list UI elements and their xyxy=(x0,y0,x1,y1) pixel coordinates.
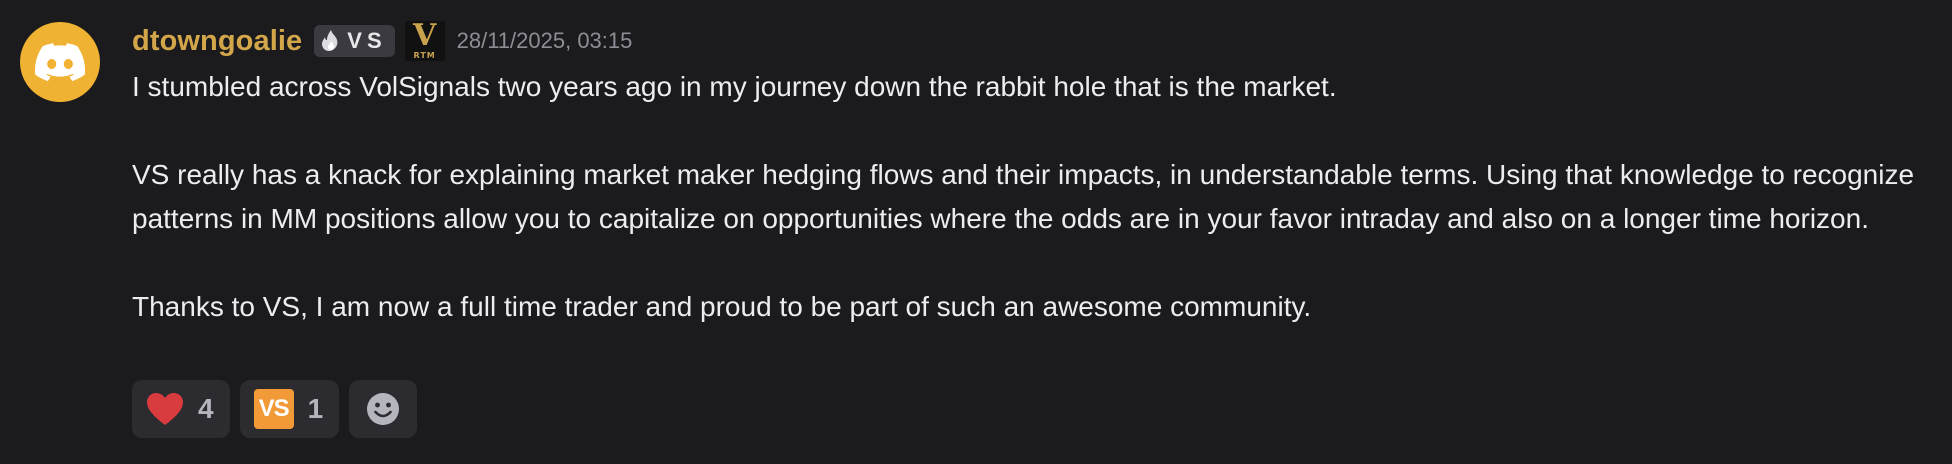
vs-emoji-icon: VS xyxy=(253,389,294,429)
heart-icon xyxy=(147,393,183,425)
message-paragraph: Thanks to VS, I am now a full time trade… xyxy=(132,291,1312,322)
role-icon-letter: V xyxy=(412,21,437,53)
reaction-vs[interactable]: VS 1 xyxy=(239,380,340,438)
reactions-bar: 4 VS 1 xyxy=(132,380,418,438)
timestamp[interactable]: 28/11/2025, 03:15 xyxy=(457,28,633,54)
author-name[interactable]: dtowngoalie xyxy=(132,25,302,58)
message-content: I stumbled across VolSignals two years a… xyxy=(132,65,1922,329)
message-paragraph: I stumbled across VolSignals two years a… xyxy=(132,71,1337,102)
guild-tag[interactable]: VS xyxy=(314,25,395,57)
reaction-count: 1 xyxy=(307,393,324,424)
message-header: dtowngoalie VS V RTM 28/11/2025, 03:15 xyxy=(132,18,632,64)
role-icon-caption: RTM xyxy=(413,51,436,60)
smiley-add-reaction-icon xyxy=(367,393,400,425)
discord-logo-icon xyxy=(35,43,85,81)
guild-tag-label: VS xyxy=(347,28,387,53)
flame-icon xyxy=(322,30,338,51)
reaction-heart[interactable]: 4 xyxy=(132,380,230,438)
chat-message: dtowngoalie VS V RTM 28/11/2025, 03:15 I… xyxy=(0,0,1952,464)
add-reaction-button[interactable] xyxy=(349,380,418,438)
avatar[interactable] xyxy=(20,22,100,102)
message-paragraph: VS really has a knack for explaining mar… xyxy=(132,159,1915,234)
role-icon[interactable]: V RTM xyxy=(404,21,445,61)
reaction-count: 4 xyxy=(198,393,214,424)
